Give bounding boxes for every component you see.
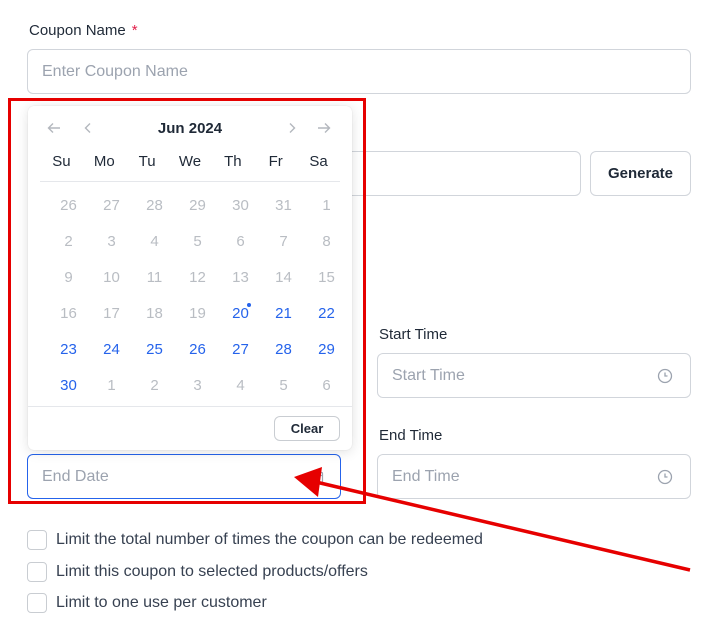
option-row[interactable]: Limit to one use per customer — [27, 593, 267, 613]
option-row[interactable]: Limit the total number of times the coup… — [27, 530, 483, 550]
option-checkbox[interactable] — [27, 530, 47, 550]
option-checkbox[interactable] — [27, 593, 47, 613]
option-label: Limit to one use per customer — [56, 594, 267, 611]
option-checkbox[interactable] — [27, 562, 47, 582]
option-label: Limit the total number of times the coup… — [56, 531, 483, 548]
annotation-arrow — [294, 467, 691, 572]
option-label: Limit this coupon to selected products/o… — [56, 563, 368, 580]
option-row[interactable]: Limit this coupon to selected products/o… — [27, 562, 368, 582]
